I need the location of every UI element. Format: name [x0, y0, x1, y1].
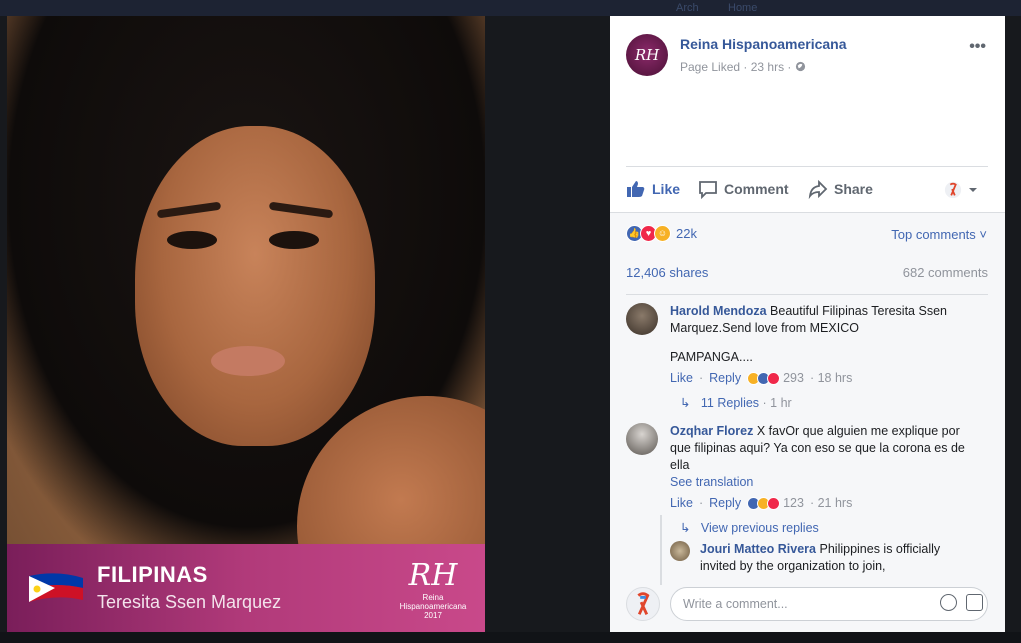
view-replies-link[interactable]: ↳ 11 Replies · 1 hr: [670, 395, 980, 412]
emoji-icon[interactable]: [940, 594, 957, 611]
top-comments-selector[interactable]: Top comments ˅: [891, 227, 987, 242]
photo-banner: FILIPINAS Teresita Ssen Marquez RH Reina…: [7, 544, 485, 632]
photo-eye-left: [167, 231, 217, 249]
shares-count[interactable]: 12,406 shares: [626, 265, 708, 280]
photo-eye-right: [269, 231, 319, 249]
reply-arrow-icon: ↳: [680, 521, 691, 535]
banner-person-name: Teresita Ssen Marquez: [97, 592, 282, 612]
commenter-avatar[interactable]: [626, 303, 658, 335]
comment-reply-link[interactable]: Reply: [709, 495, 741, 512]
photo-face: [135, 126, 375, 446]
navbar-home[interactable]: Home: [728, 2, 757, 14]
ribbon-avatar-icon: [637, 592, 650, 615]
post-actions: Like Comment Share: [626, 166, 988, 212]
photo-lips: [211, 346, 285, 376]
commenter-name[interactable]: Ozqhar Florez: [670, 424, 753, 438]
post-photo[interactable]: FILIPINAS Teresita Ssen Marquez RH Reina…: [7, 16, 485, 632]
post-side-panel: RH Reina Hispanoamericana Page Liked · 2…: [610, 16, 1005, 632]
comments-count[interactable]: 682 comments: [903, 265, 988, 280]
page-avatar[interactable]: RH: [626, 34, 668, 76]
thumbs-up-icon: [627, 181, 645, 197]
replier-avatar[interactable]: [670, 541, 690, 561]
banner-watermark-logo: RH Reina Hispanoamericana 2017: [399, 558, 467, 620]
reaction-count[interactable]: 22k: [676, 226, 697, 241]
globe-icon: [795, 61, 805, 72]
bottom-strip: [0, 632, 1021, 643]
share-arrow-icon: [808, 179, 828, 199]
reaction-summary[interactable]: 👍 ♥ ☺ 22k: [626, 225, 697, 242]
my-avatar[interactable]: [626, 587, 660, 621]
share-button[interactable]: Share: [808, 179, 873, 199]
comment-composer: Write a comment...: [626, 585, 988, 625]
navbar-user[interactable]: Arch: [676, 2, 699, 14]
share-comment-counts: 12,406 shares 682 comments: [626, 265, 988, 295]
replier-name[interactable]: Jouri Matteo Rivera: [700, 542, 816, 556]
comment-reaction-icons[interactable]: [747, 372, 781, 385]
comments-section: 👍 ♥ ☺ 22k Top comments ˅ 12,406 shares 6…: [610, 212, 1005, 632]
comment-like-link[interactable]: Like: [670, 370, 693, 387]
view-previous-replies-link[interactable]: ↳ View previous replies: [670, 520, 980, 537]
commenter-name[interactable]: Harold Mendoza: [670, 304, 767, 318]
wow-reaction-icon: ☺: [654, 225, 671, 242]
reply-arrow-icon: ↳: [680, 396, 691, 410]
comment-bubble-icon: [699, 181, 717, 199]
post-meta: Page Liked · 23 hrs ·: [680, 60, 806, 74]
comment-time[interactable]: · 18 hrs: [810, 370, 852, 387]
reply-thread-line: [660, 515, 662, 585]
comment-like-link[interactable]: Like: [670, 495, 693, 512]
like-button[interactable]: Like: [626, 179, 680, 199]
top-navbar: Arch Home: [0, 0, 1021, 16]
philippines-flag-icon: [29, 573, 83, 602]
commenter-avatar[interactable]: [626, 423, 658, 455]
identity-picker[interactable]: [944, 181, 978, 199]
comment-time[interactable]: · 21 hrs: [810, 495, 852, 512]
comment-reaction-icons[interactable]: [747, 497, 781, 510]
comment-actions: Like · Reply 123 · 21 hrs: [670, 495, 853, 512]
chevron-down-icon: [969, 188, 977, 192]
comment-text-line2: PAMPANGA....: [670, 350, 753, 364]
comment-reply-link[interactable]: Reply: [709, 370, 741, 387]
post-header: RH Reina Hispanoamericana Page Liked · 2…: [626, 34, 986, 84]
banner-country: FILIPINAS: [97, 562, 208, 587]
sticker-icon[interactable]: [966, 594, 983, 611]
comment-actions: Like · Reply 293 · 18 hrs: [670, 370, 853, 387]
comment-reaction-count: 293: [783, 371, 804, 385]
page-name-link[interactable]: Reina Hispanoamericana: [680, 36, 847, 52]
more-options-button[interactable]: •••: [969, 38, 986, 56]
ribbon-avatar-icon: [944, 181, 962, 199]
see-translation-link[interactable]: See translation: [670, 474, 980, 491]
comment-reaction-count: 123: [783, 496, 804, 510]
